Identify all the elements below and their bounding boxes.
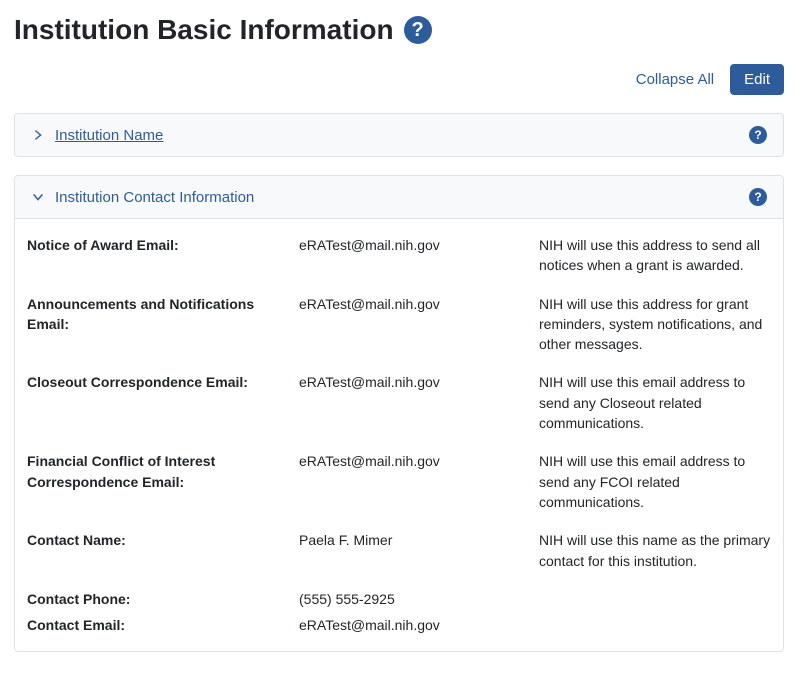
help-icon[interactable]: ? xyxy=(404,16,432,44)
field-value: Paela F. Mimer xyxy=(299,530,539,550)
field-value: (555) 555-2925 xyxy=(299,589,539,609)
field-value: eRATest@mail.nih.gov xyxy=(299,235,539,255)
field-desc: NIH will use this email address to send … xyxy=(539,451,771,512)
field-value: eRATest@mail.nih.gov xyxy=(299,451,539,471)
field-label: Contact Phone: xyxy=(27,589,299,609)
field-label: Announcements and Notifications Email: xyxy=(27,294,299,335)
chevron-right-icon xyxy=(31,128,45,142)
field-desc: NIH will use this address to send all no… xyxy=(539,235,771,276)
panel-institution-contact: Institution Contact Information ? Notice… xyxy=(14,175,784,652)
edit-button[interactable]: Edit xyxy=(730,64,784,95)
field-value: eRATest@mail.nih.gov xyxy=(299,372,539,392)
field-label: Contact Name: xyxy=(27,530,299,550)
field-desc: NIH will use this name as the primary co… xyxy=(539,530,771,571)
field-label: Notice of Award Email: xyxy=(27,235,299,255)
actions-row: Collapse All Edit xyxy=(14,64,784,95)
field-desc: NIH will use this email address to send … xyxy=(539,372,771,433)
panel-header-institution-contact[interactable]: Institution Contact Information ? xyxy=(15,176,783,218)
page-header: Institution Basic Information ? xyxy=(14,14,784,46)
field-value: eRATest@mail.nih.gov xyxy=(299,615,539,635)
field-desc: NIH will use this address for grant remi… xyxy=(539,294,771,355)
panel-title-institution-contact: Institution Contact Information xyxy=(55,189,254,206)
help-icon[interactable]: ? xyxy=(749,188,767,206)
field-value: eRATest@mail.nih.gov xyxy=(299,294,539,314)
field-contact-phone: Contact Phone: (555) 555-2925 xyxy=(27,589,771,609)
collapse-all-link[interactable]: Collapse All xyxy=(636,71,714,88)
field-contact-name: Contact Name: Paela F. Mimer NIH will us… xyxy=(27,530,771,571)
field-label: Closeout Correspondence Email: xyxy=(27,372,299,392)
field-announcements: Announcements and Notifications Email: e… xyxy=(27,294,771,355)
panel-header-institution-name[interactable]: Institution Name ? xyxy=(15,114,783,156)
field-fcoi: Financial Conflict of Interest Correspon… xyxy=(27,451,771,512)
panel-title-institution-name: Institution Name xyxy=(55,127,163,144)
field-label: Financial Conflict of Interest Correspon… xyxy=(27,451,299,492)
panel-institution-name: Institution Name ? xyxy=(14,113,784,157)
chevron-down-icon xyxy=(31,190,45,204)
help-icon[interactable]: ? xyxy=(749,126,767,144)
field-closeout: Closeout Correspondence Email: eRATest@m… xyxy=(27,372,771,433)
field-notice-of-award: Notice of Award Email: eRATest@mail.nih.… xyxy=(27,235,771,276)
field-label: Contact Email: xyxy=(27,615,299,635)
panel-body-institution-contact: Notice of Award Email: eRATest@mail.nih.… xyxy=(15,218,783,651)
page-title: Institution Basic Information xyxy=(14,14,394,46)
field-contact-email: Contact Email: eRATest@mail.nih.gov xyxy=(27,615,771,635)
